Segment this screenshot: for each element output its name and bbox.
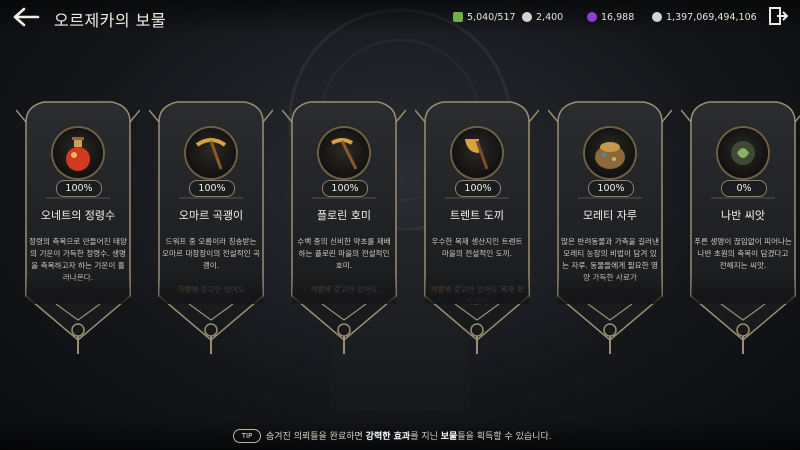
item-image (585, 128, 635, 178)
item-name: 나반 씨앗 (721, 209, 765, 222)
page-title: 오르제카의 보물 (54, 11, 167, 30)
item-image (452, 128, 502, 178)
item-image (186, 128, 236, 178)
pearl-icon (522, 12, 532, 22)
resource-value: 1,397,069,494,106 (666, 11, 757, 23)
resource-pearl: 2,400 (522, 9, 563, 25)
resource-value: 5,040/517 (467, 11, 516, 23)
text-fade (691, 274, 795, 304)
item-name: 모레티 자루 (582, 209, 638, 222)
item-description: 드워프 중 오름이라 칭송받는 오마르 대장장이의 전설적인 곡괭이. (161, 237, 261, 270)
item-image (53, 128, 103, 178)
item-description: 푸른 생명이 끊임없이 피어나는 나반 초원의 축복이 담겼다고 전해지는 씨앗… (693, 237, 793, 270)
resource-gem: 16,988 (587, 9, 634, 25)
purple-gem-icon (587, 12, 597, 22)
leaf-icon (453, 12, 463, 22)
treasure-card[interactable]: 100% 트렌트 도끼 우수한 목재 생산지인 트렌트 마을의 전설적인 도끼.… (415, 98, 539, 360)
text-fade (558, 274, 662, 304)
treasure-card[interactable]: 100% 모레티 자루 많은 반려동물과 가축을 길러낸 모레티 농장의 비법이… (548, 98, 672, 360)
silver-coin-icon (652, 12, 662, 22)
item-name: 트렌트 도끼 (449, 209, 505, 222)
item-name: 오마르 곡괭이 (178, 209, 244, 222)
resource-value: 16,988 (601, 11, 635, 23)
text-fade (159, 274, 263, 304)
text-fade (292, 274, 396, 304)
seed-icon (731, 141, 755, 165)
treasure-card[interactable]: 100% 플로린 호미 수백 종의 신비한 약초를 재배하는 플로린 마을의 전… (282, 98, 406, 360)
text-fade (26, 274, 130, 304)
treasure-card[interactable]: 100% 오네트의 정령수 정령의 축복으로 만들어진 태양의 기운이 가득한 … (16, 98, 140, 360)
item-name: 오네트의 정령수 (40, 209, 116, 222)
tip-text: 숨겨진 의뢰들을 완료하면 강력한 효과를 지닌 보물들을 획득할 수 있습니다… (266, 432, 552, 442)
hoe-icon (330, 138, 358, 170)
progress-badge: 100% (322, 180, 368, 197)
item-name: 플로린 호미 (316, 209, 372, 222)
sack-icon (595, 142, 625, 169)
progress-badge: 0% (721, 180, 767, 197)
treasure-card[interactable]: 0% 나반 씨앗 푸른 생명이 끊임없이 피어나는 나반 초원의 축복이 담겼다… (681, 98, 800, 360)
resource-stamina: 5,040/517 (453, 9, 516, 25)
text-fade (425, 274, 529, 304)
resource-value: 2,400 (536, 11, 564, 23)
back-arrow-icon[interactable] (12, 6, 40, 28)
pickaxe-icon (195, 138, 227, 170)
item-image (319, 128, 369, 178)
progress-badge: 100% (455, 180, 501, 197)
exit-icon[interactable] (768, 6, 788, 26)
axe-icon (465, 139, 489, 170)
progress-badge: 100% (588, 180, 634, 197)
item-image (718, 128, 768, 178)
progress-badge: 100% (56, 180, 102, 197)
resource-silver: 1,397,069,494,106 (652, 9, 757, 25)
item-description: 우수한 목재 생산지인 트렌트 마을의 전설적인 도끼. (431, 237, 523, 258)
treasure-card[interactable]: 100% 오마르 곡괭이 드워프 중 오름이라 칭송받는 오마르 대장장이의 전… (149, 98, 273, 360)
tip-badge: TIP (233, 429, 261, 443)
progress-badge: 100% (189, 180, 235, 197)
item-description: 수백 종의 신비한 약초를 재배하는 플로린 마을의 전설적인 호미. (297, 237, 391, 270)
potion-icon (66, 137, 90, 171)
